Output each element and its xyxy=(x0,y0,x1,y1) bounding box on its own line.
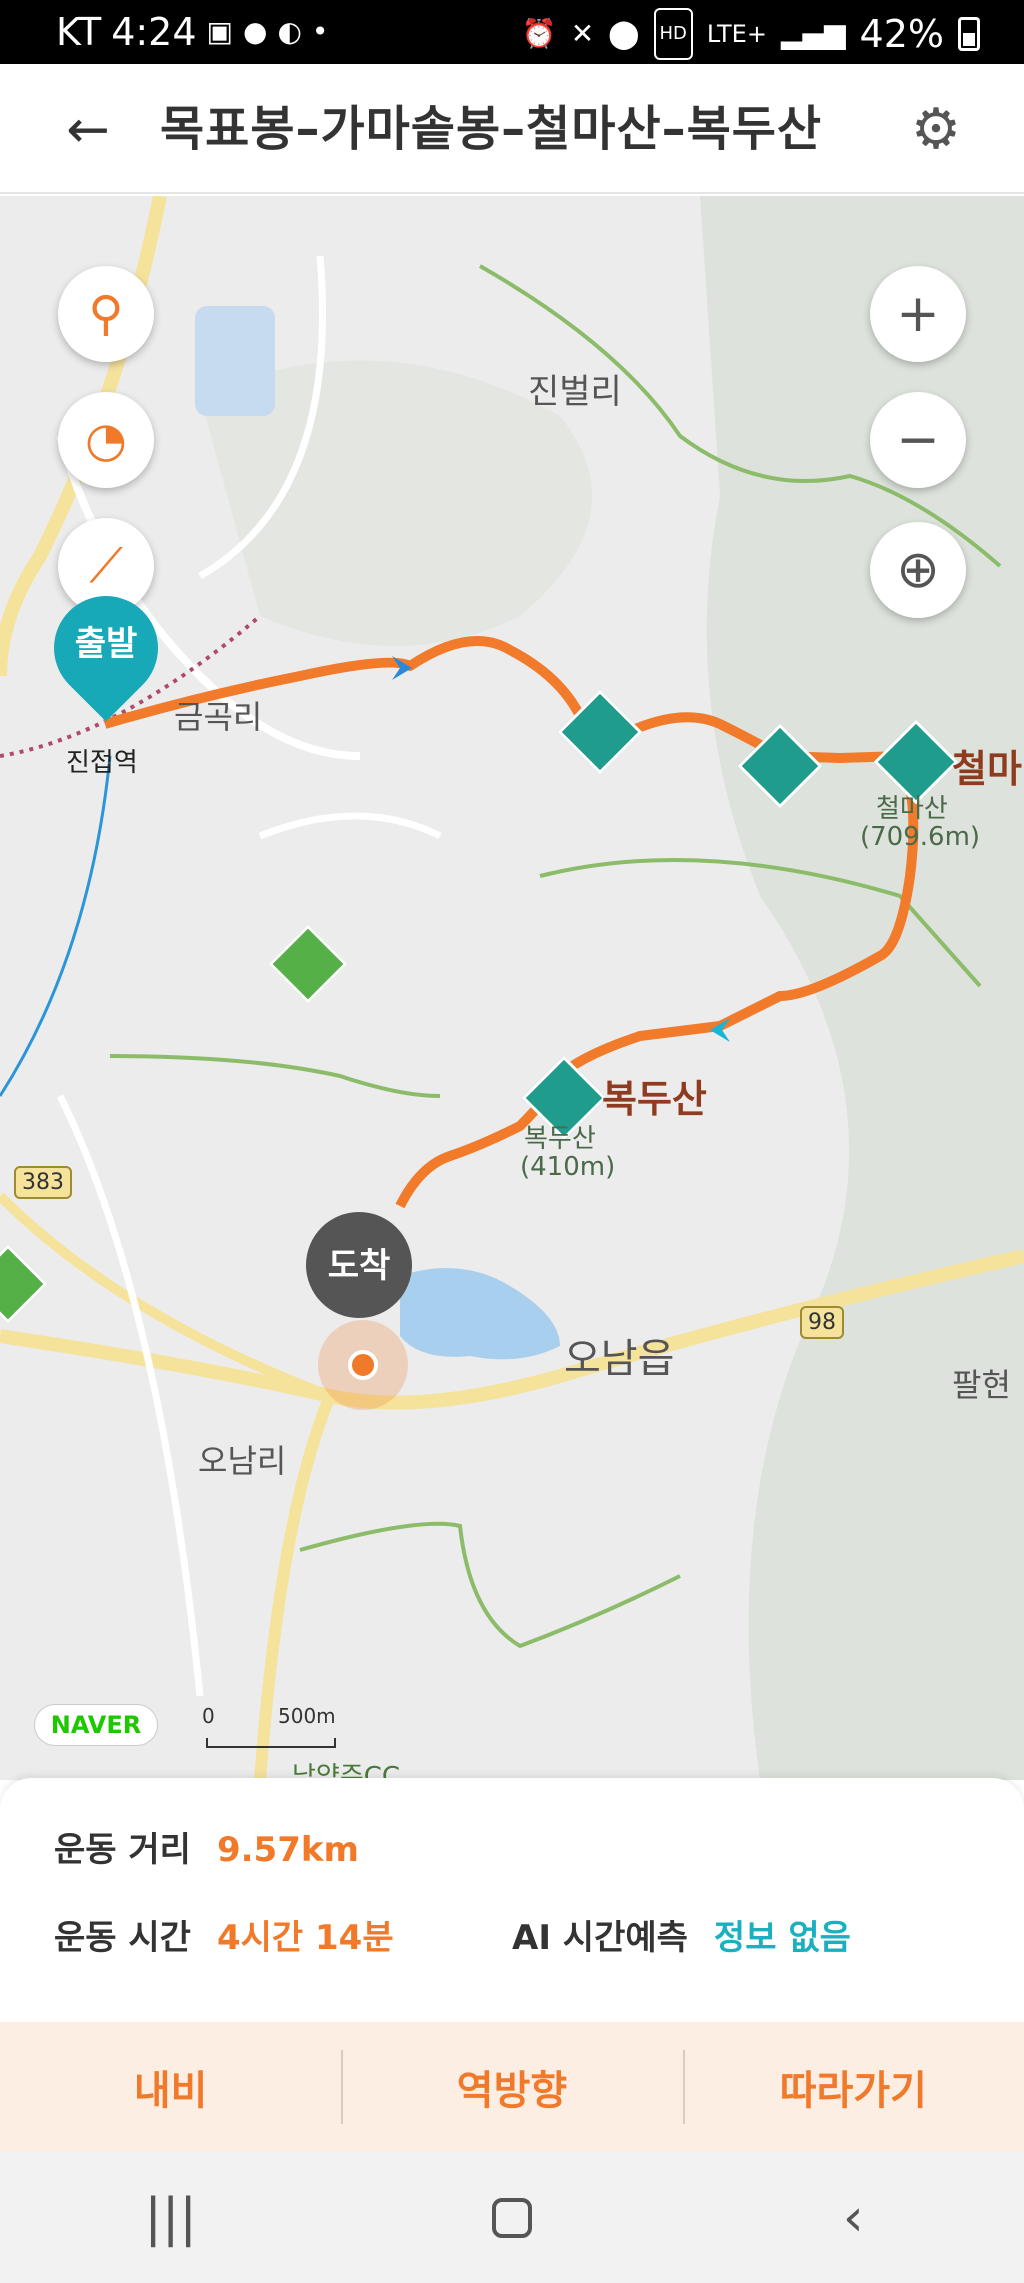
distance-label: 운동 거리 xyxy=(54,1830,191,1870)
battery-icon xyxy=(958,17,980,51)
end-location-center xyxy=(348,1350,378,1380)
time-row: 운동 시간 4시간 14분 xyxy=(54,1910,394,1959)
reverse-button[interactable]: 역방향 xyxy=(341,2022,682,2152)
follow-button[interactable]: 따라가기 xyxy=(682,2022,1024,2152)
scale-line xyxy=(206,1738,336,1748)
battery-percent: 42% xyxy=(859,12,944,56)
carrier-text: KT xyxy=(56,10,102,54)
label-onamri: 오남리 xyxy=(198,1442,287,1480)
action-bar: 내비 역방향 따라가기 xyxy=(0,2022,1024,2152)
network-text: LTE+ xyxy=(706,20,767,48)
image-icon: ▣ xyxy=(206,15,233,48)
hd-icon: HD xyxy=(653,8,693,60)
mute-icon: ✕ xyxy=(570,17,595,50)
status-left: KT 4:24 ▣ ● ◐ • xyxy=(56,8,328,56)
label-geumgokri: 금곡리 xyxy=(174,698,263,736)
label-cheolmasan-height: (709.6m) xyxy=(860,822,981,852)
clock-text: 4:24 xyxy=(111,10,197,54)
end-pin-label: 도착 xyxy=(327,1246,391,1286)
distance-row: 운동 거리 9.57km xyxy=(54,1822,359,1871)
running-icon: ◐ xyxy=(277,15,302,48)
talk-icon: ● xyxy=(243,15,268,48)
time-label: 운동 시간 xyxy=(54,1918,191,1958)
app-header: ← 목표봉–가마솥봉–철마산–복두산 ⚙ xyxy=(0,64,1024,194)
distance-value: 9.57km xyxy=(216,1830,359,1870)
location-icon: ⬤ xyxy=(608,17,640,50)
back-icon[interactable]: ‹ xyxy=(793,2178,913,2258)
scale-zero: 0 xyxy=(202,1704,215,1728)
alarm-icon: ⏰ xyxy=(521,17,557,50)
ai-label: AI 시간예측 xyxy=(512,1918,688,1958)
zoom-in-button[interactable]: + xyxy=(870,266,966,362)
recent-apps-icon[interactable]: ||| xyxy=(111,2178,231,2258)
road-shield-98: 98 xyxy=(800,1306,844,1339)
label-bokdusan: 복두산 xyxy=(602,1077,707,1121)
status-bar: KT 4:24 ▣ ● ◐ • ⏰ ✕ ⬤ HD LTE+ ▂▄▆ 42% xyxy=(0,0,1024,64)
naver-logo: NAVER xyxy=(34,1704,158,1746)
label-cheolmasan: 철마 xyxy=(952,747,1022,791)
label-namyangju-cc: 남양주CC xyxy=(292,1762,401,1780)
reservoir xyxy=(195,306,275,416)
speedometer-icon[interactable]: ◔ xyxy=(58,392,154,488)
page-title: 목표봉–가마솥봉–철마산–복두산 xyxy=(160,101,823,157)
road-shield-383: 383 xyxy=(14,1166,72,1199)
ai-value: 정보 없음 xyxy=(713,1918,851,1958)
status-right: ⏰ ✕ ⬤ HD LTE+ ▂▄▆ 42% xyxy=(522,8,980,60)
crosshair-icon[interactable]: ⊕ xyxy=(870,522,966,618)
home-icon[interactable] xyxy=(452,2178,572,2258)
location-pin-icon[interactable]: ⚲ xyxy=(58,266,154,362)
label-bokdusan-height: (410m) xyxy=(520,1152,616,1182)
label-cheolmasan-small: 철마산 xyxy=(876,794,948,824)
info-panel: 운동 거리 9.57km 운동 시간 4시간 14분 AI 시간예측 정보 없음 xyxy=(0,1778,1024,2022)
start-pin-label: 출발 xyxy=(74,624,138,664)
label-jinbeolli: 진벌리 xyxy=(528,372,622,412)
map-view[interactable]: 진벌리 금곡리 진접역 철마 철마산 (709.6m) 복두산 복두산 (410… xyxy=(0,196,1024,1780)
arrow-left-icon[interactable]: ← xyxy=(58,100,118,160)
signal-icon: ▂▄▆ xyxy=(780,17,846,50)
zoom-out-button[interactable]: − xyxy=(870,392,966,488)
navi-button[interactable]: 내비 xyxy=(0,2022,341,2152)
scale-distance: 500m xyxy=(278,1704,336,1728)
label-palhyeon: 팔현 xyxy=(952,1366,1011,1404)
label-onam-eup: 오남읍 xyxy=(564,1336,675,1382)
label-jinjeop-station: 진접역 xyxy=(66,748,138,778)
ai-row: AI 시간예측 정보 없음 xyxy=(512,1910,851,1959)
dot-icon: • xyxy=(311,15,329,48)
gear-icon[interactable]: ⚙ xyxy=(906,100,966,160)
system-nav-bar: ||| ‹ xyxy=(0,2152,1024,2283)
label-bokdusan-small: 복두산 xyxy=(524,1124,596,1154)
time-value: 4시간 14분 xyxy=(216,1918,394,1958)
